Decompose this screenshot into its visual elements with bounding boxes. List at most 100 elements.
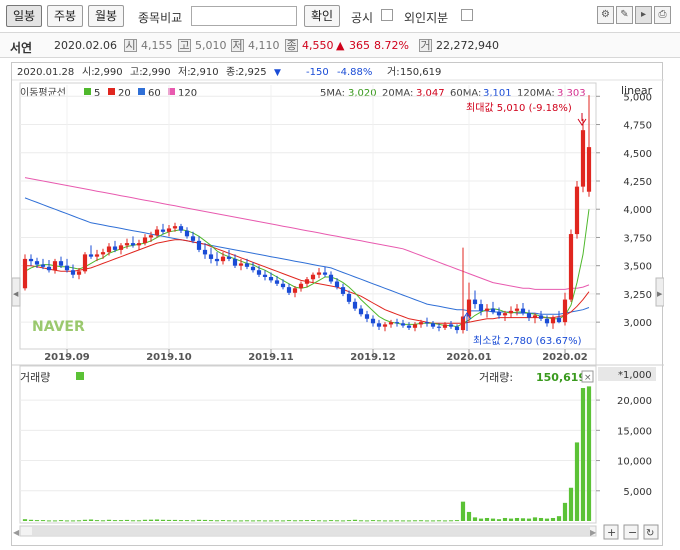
candle-body [94,254,100,257]
volume-bar [250,520,256,522]
volume-tick-label: 5,000 [623,487,652,498]
volume-bar [526,518,532,521]
candle-body [304,279,310,284]
candle-body [508,310,514,314]
volume-bar [418,520,424,522]
scrollbar-thumb[interactable] [32,527,590,535]
tab-daily[interactable]: 일봉 [6,5,42,27]
disclosure-checkbox[interactable] [381,9,393,21]
max-annotation: 최대값 5,010 (-9.18%) [466,102,587,126]
volume-bar [334,520,340,522]
x-tick-label: 2020.01 [446,352,492,363]
header-volume-label: 거: [387,66,400,78]
volume-bar [256,520,262,522]
candle-body [520,308,526,314]
candle-body [208,254,214,259]
candle-body [490,308,496,312]
header-close-label: 종: [226,66,239,78]
candle-body [400,323,406,326]
volume-bar [178,520,184,522]
candle-body [34,261,40,265]
scroll-left-icon[interactable]: ◀ [13,528,20,537]
volume-bar [52,520,58,522]
foreign-label: 외인지분 [404,11,449,25]
open-value: 4,155 [141,39,173,52]
header-high-label: 고: [130,67,143,78]
volume-bar [148,519,154,521]
volume-bar [352,519,358,521]
volume-bar [106,519,112,521]
candle-body [340,287,346,294]
price-tick-label: 3,750 [623,233,652,244]
candle-body [172,226,178,229]
candle-body [82,254,88,272]
candle-body [232,258,238,266]
candle-body [250,266,256,271]
chevron-left-icon: ◀ [13,290,19,298]
ma60-swatch [138,88,145,95]
candle-body [310,274,316,280]
candle-body [448,324,454,327]
volume-bar [568,487,574,521]
confirm-button[interactable]: 확인 [304,5,340,27]
volume-bar [154,519,160,521]
volume-bar [574,442,580,521]
volume-bar [580,388,586,521]
tab-weekly[interactable]: 주봉 [47,5,83,27]
candle-body [580,130,586,187]
compare-input[interactable] [191,6,297,26]
header-date: 2020.01.28 [17,67,74,78]
candle-body [70,270,76,275]
scroll-right-icon[interactable]: ▶ [590,528,597,537]
candle-body [280,283,286,288]
candle-body [550,317,556,324]
print-icon[interactable]: ⎙ [654,6,671,24]
header-high: 2,990 [142,67,171,78]
header-change-pct: -4.88% [337,67,372,78]
candle-body [454,326,460,331]
volume-bar [268,520,274,522]
draw-icon[interactable]: ✎ [616,6,633,24]
naver-watermark: NAVER [32,319,85,335]
volume-bar [364,520,370,522]
settings-icon[interactable]: ⚙ [597,6,614,24]
candle-body [430,323,436,327]
header-low-label: 저: [178,66,191,78]
price-tick-label: 4,000 [623,205,652,216]
x-tick-label: 2019.10 [146,352,192,363]
change-arrow: ▲ [336,39,345,52]
volume-bar [328,520,334,522]
volume-bar [286,520,292,522]
volume-bar [436,520,442,522]
volume-bar [208,520,214,522]
volume-bar [298,520,304,522]
candle-body [154,229,160,236]
volume-bar [466,511,472,521]
volume-bar [136,520,142,522]
volume-value: 22,272,940 [436,39,499,52]
candle-body [100,252,106,255]
volume-bar [82,519,88,521]
foreign-checkbox[interactable] [461,9,473,21]
price-axis: 3,000 3,250 3,500 3,750 4,000 4,250 4,500 4,750… [596,92,652,329]
candle-body [58,261,64,266]
candle-body [334,281,340,288]
candle-body [346,293,352,302]
volume-bar [118,520,124,522]
volume-bar [340,520,346,522]
candle-body [76,271,82,275]
volume-bar [406,520,412,522]
volume-bar [520,518,526,521]
volume-bar [562,502,568,521]
candle-body [220,256,226,262]
volume-bar [58,520,64,522]
volume-bar [262,520,268,522]
candle-body [292,288,298,293]
volume-bar [322,520,328,522]
price-volume-chart[interactable]: 2020.01.28 시: 2,990 고: 2,990 저: 2,910 종:… [11,63,665,547]
volume-bar [94,520,100,522]
volume-bar [454,520,460,522]
cursor-icon[interactable]: ▸ [635,6,652,24]
tab-monthly[interactable]: 월봉 [88,5,124,27]
volume-bar [310,520,316,522]
